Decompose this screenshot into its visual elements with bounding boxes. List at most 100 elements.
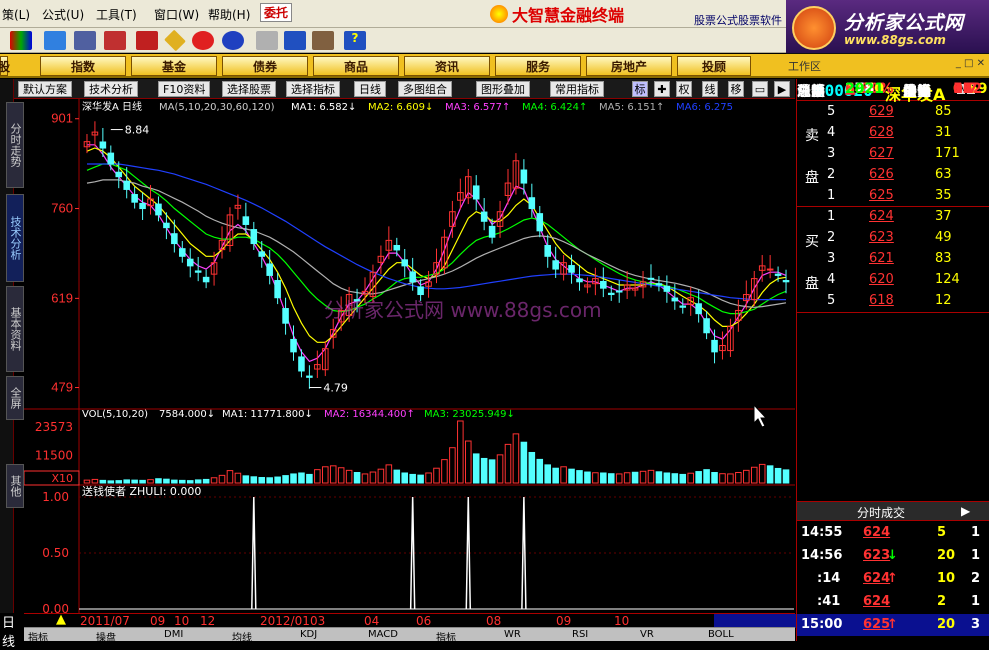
indicator-tab[interactable]: KDJ bbox=[300, 629, 317, 640]
select-indicator-button[interactable]: 选择指标 bbox=[286, 81, 340, 97]
bid-price: 621 bbox=[869, 251, 894, 266]
chart-icon[interactable] bbox=[192, 31, 214, 50]
ask-row: 1 625 35 bbox=[797, 186, 989, 207]
window-controls[interactable]: _ □ ✕ bbox=[956, 58, 985, 69]
candle-body bbox=[409, 271, 416, 283]
nav-tab-news[interactable]: 资讯 bbox=[404, 56, 490, 76]
indicator-tab[interactable]: WR bbox=[504, 629, 521, 640]
quote-value: 2921 bbox=[845, 81, 884, 97]
window-icon[interactable] bbox=[284, 31, 306, 50]
trade-button[interactable]: 委托 bbox=[260, 3, 293, 22]
help-icon[interactable]: ? bbox=[344, 31, 366, 50]
print-icon[interactable] bbox=[256, 31, 278, 50]
candle-body bbox=[163, 222, 170, 229]
stock-chart[interactable]: 901 760 619 479 8.84 4.79 深华发A 日线 MA(5,10,20,30… bbox=[24, 99, 795, 613]
nav-tab-fund[interactable]: 基金 bbox=[131, 56, 217, 76]
bid-level: 1 bbox=[827, 209, 836, 224]
diamond-icon[interactable] bbox=[164, 29, 186, 52]
daily-line-button[interactable]: 日线 bbox=[354, 81, 386, 97]
volume-bar bbox=[774, 467, 782, 484]
tick-next-icon[interactable]: ▶ bbox=[961, 504, 970, 518]
nav-tab-realestate[interactable]: 房地产 bbox=[586, 56, 672, 76]
menu-help[interactable]: 帮助(H) bbox=[208, 6, 250, 23]
side-tab-timeline[interactable]: 分时走势 bbox=[6, 102, 24, 188]
mark-button[interactable]: 标 bbox=[632, 81, 648, 97]
date-axis: 2011/07 09 10 12 2012/01 03 04 06 08 09 10 bbox=[24, 613, 819, 628]
app-title: 大智慧金融终端 bbox=[490, 3, 650, 25]
right-button[interactable]: 权 bbox=[676, 81, 692, 97]
volume-bar bbox=[186, 480, 194, 484]
bid-volume: 124 bbox=[935, 272, 960, 287]
ask-volume: 63 bbox=[935, 167, 952, 182]
bid-price: 618 bbox=[869, 293, 894, 308]
price-legend-item: 深华发A 日线 bbox=[82, 100, 142, 113]
menu-window[interactable]: 窗口(W) bbox=[154, 6, 199, 23]
indicator-tab[interactable]: 操盘 bbox=[96, 629, 116, 644]
volume-bar bbox=[544, 464, 551, 484]
volume-bar bbox=[298, 472, 305, 484]
multi-chart-button[interactable]: 多图组合 bbox=[398, 81, 452, 97]
indicator-tab[interactable]: DMI bbox=[164, 629, 183, 640]
nav-tab-bond[interactable]: 债券 bbox=[222, 56, 308, 76]
nav-tab-index[interactable]: 指数 bbox=[40, 56, 126, 76]
tick-volume: 5 bbox=[937, 525, 947, 540]
scheme-button[interactable]: 默认方案 bbox=[18, 81, 72, 97]
indicator-tab[interactable]: 指标 bbox=[436, 629, 456, 644]
select-stock-button[interactable]: 选择股票 bbox=[222, 81, 276, 97]
indicator-tab[interactable]: BOLL bbox=[708, 629, 734, 640]
line-button[interactable]: 线 bbox=[702, 81, 718, 97]
pin-icon[interactable] bbox=[136, 31, 158, 50]
binoculars-icon[interactable] bbox=[74, 31, 96, 50]
nav-tab-service[interactable]: 服务 bbox=[495, 56, 581, 76]
candle-body bbox=[600, 280, 607, 289]
side-tab-fullscreen[interactable]: 全屏 bbox=[6, 376, 24, 420]
volume-bar bbox=[266, 477, 273, 484]
quote-value: 152 bbox=[953, 81, 983, 97]
overlay-button[interactable]: 图形叠加 bbox=[476, 81, 530, 97]
candle-body bbox=[520, 169, 528, 184]
ask-price: 627 bbox=[869, 146, 894, 161]
ask-volume: 85 bbox=[935, 104, 952, 119]
flag-icon[interactable] bbox=[10, 31, 32, 50]
indicator-tab[interactable]: VR bbox=[640, 629, 654, 640]
nav-tab-commodity[interactable]: 商品 bbox=[313, 56, 399, 76]
side-tab-fundamentals[interactable]: 基本资料 bbox=[6, 286, 24, 372]
f10-button[interactable]: F10资料 bbox=[158, 81, 211, 97]
side-tab-other[interactable]: 其他 bbox=[6, 464, 24, 508]
tick-title[interactable]: 分时成交 bbox=[857, 504, 905, 521]
candle-body bbox=[115, 171, 123, 178]
volume-bar bbox=[115, 480, 123, 484]
candle-body bbox=[171, 233, 178, 245]
indicator-tab[interactable]: RSI bbox=[572, 629, 588, 640]
nav-tab-label: 指数 bbox=[70, 59, 95, 74]
nav-tab-label: 基金 bbox=[161, 59, 186, 74]
layout-icon[interactable]: ▭ bbox=[752, 81, 768, 97]
workarea-label[interactable]: 工作区 bbox=[788, 58, 821, 74]
crosshair-icon[interactable]: ✚ bbox=[654, 81, 670, 97]
books-icon[interactable] bbox=[312, 31, 334, 50]
period-label[interactable]: 日线 ▲ bbox=[0, 612, 66, 650]
volume-bar bbox=[655, 471, 663, 484]
nav-tab-stock[interactable]: 股 bbox=[0, 56, 10, 76]
menu-policy[interactable]: 策(L) bbox=[2, 6, 30, 23]
indicator-axis-tick: 0.50 bbox=[42, 546, 69, 560]
panel-toggle-icon[interactable]: ▶ bbox=[774, 81, 790, 97]
menu-formula[interactable]: 公式(U) bbox=[42, 6, 84, 23]
common-indicator-button[interactable]: 常用指标 bbox=[550, 81, 604, 97]
grid-icon[interactable] bbox=[44, 31, 66, 50]
global-icon[interactable] bbox=[222, 31, 244, 50]
period-text: 日线 bbox=[2, 616, 16, 650]
menu-tools[interactable]: 工具(T) bbox=[96, 6, 137, 23]
indicator-tab[interactable]: 指标 bbox=[28, 629, 48, 644]
price-axis-tick: 479 bbox=[51, 380, 73, 395]
move-button[interactable]: 移 bbox=[728, 81, 744, 97]
indicator-tab[interactable]: 均线 bbox=[232, 629, 252, 644]
nav-tab-advisor[interactable]: 投顾 bbox=[677, 56, 751, 76]
price-axis-tick: 901 bbox=[51, 111, 73, 126]
indicator-tab[interactable]: MACD bbox=[368, 629, 398, 640]
side-tab-technical[interactable]: 技术分析 bbox=[6, 194, 24, 282]
volume-bar bbox=[155, 478, 162, 484]
technical-analysis-button[interactable]: 技术分析 bbox=[84, 81, 138, 97]
volume-axis-tick: 23573 bbox=[35, 420, 73, 434]
folder-icon[interactable] bbox=[104, 31, 126, 50]
